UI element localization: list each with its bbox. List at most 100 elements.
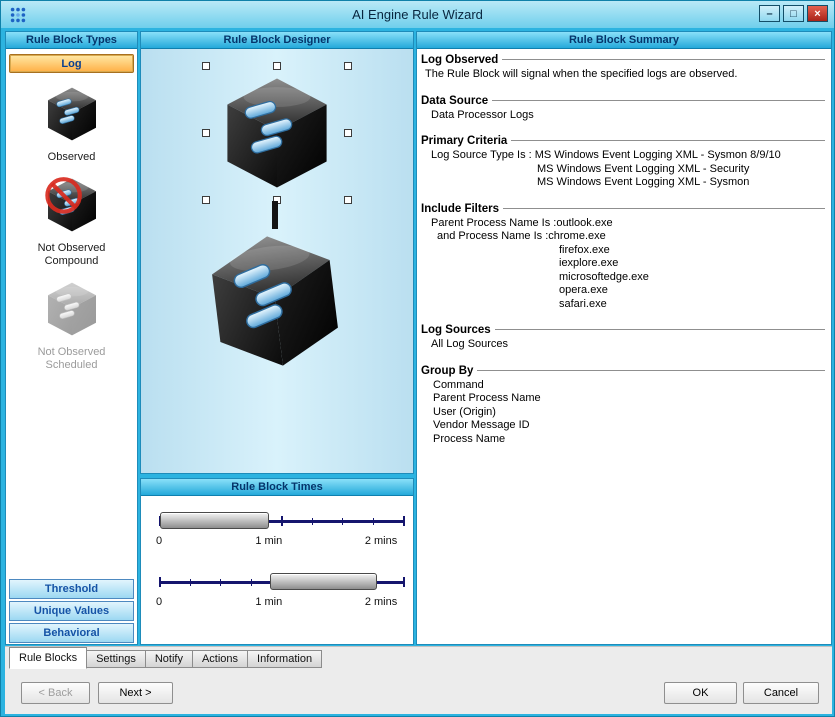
summary-section-title: Data Source <box>421 95 488 107</box>
summary-line: microsoftedge.exe <box>421 271 825 285</box>
selection-handle-ml[interactable] <box>202 129 210 137</box>
slider-thumb[interactable] <box>160 512 269 529</box>
tab-strip: Rule BlocksSettingsNotifyActionsInformat… <box>9 647 321 669</box>
summary-line: Log Source Type Is : MS Windows Event Lo… <box>421 149 825 163</box>
cube-block-icon <box>191 218 360 383</box>
slider-label: 2 mins <box>365 596 397 608</box>
selection-handle-bl[interactable] <box>202 196 210 204</box>
summary-section-title: Primary Criteria <box>421 135 507 147</box>
selection-handle-tl[interactable] <box>202 62 210 70</box>
section-divider-line <box>502 59 825 61</box>
section-divider-line <box>477 370 825 372</box>
selection-handle-br[interactable] <box>344 196 352 204</box>
rule-block-type-label: Observed <box>16 151 128 164</box>
summary-line: Parent Process Name Is :outlook.exe <box>421 217 825 231</box>
designer-canvas[interactable] <box>141 49 413 473</box>
rule-block-type-not-observed-scheduled[interactable]: Not Observed Scheduled <box>16 279 128 372</box>
slider-tick <box>342 518 343 525</box>
slider-labels: 0 1 min 2 mins <box>159 596 403 612</box>
cube-scheduled-icon <box>41 279 103 339</box>
slider-label: 1 min <box>255 596 282 608</box>
section-divider-line <box>511 140 825 142</box>
summary-section-title: Log Sources <box>421 324 491 336</box>
selection-handle-mr[interactable] <box>344 129 352 137</box>
slider-track[interactable] <box>159 571 403 593</box>
summary-line: Command <box>421 379 825 393</box>
category-buttons: ThresholdUnique ValuesBehavioral <box>9 579 134 643</box>
summary-line: User (Origin) <box>421 406 825 420</box>
section-divider-line <box>492 100 825 102</box>
rule-block-type-label: Not Observed Scheduled <box>16 346 128 372</box>
rule-block-type-not-observed-compound[interactable]: Not Observed Compound <box>16 175 128 268</box>
slider-tick <box>312 518 313 525</box>
tab-rule-blocks[interactable]: Rule Blocks <box>9 647 87 669</box>
summary-line: iexplore.exe <box>421 257 825 271</box>
title-bar: AI Engine Rule Wizard – □ × <box>1 1 834 28</box>
tab-settings[interactable]: Settings <box>86 650 146 668</box>
slider-tick <box>281 516 283 526</box>
rule-block-node-2[interactable] <box>199 227 351 375</box>
rule-block-types-header: Rule Block Types <box>6 32 137 49</box>
cancel-button[interactable]: Cancel <box>743 682 819 704</box>
summary-section-title: Log Observed <box>421 54 498 66</box>
minimize-button[interactable]: – <box>759 5 780 22</box>
rule-block-summary-header: Rule Block Summary <box>417 32 831 49</box>
summary-line: The Rule Block will signal when the spec… <box>421 68 825 82</box>
summary-line: MS Windows Event Logging XML - Security <box>421 163 825 177</box>
slider-tick <box>403 516 405 526</box>
rule-block-designer-header: Rule Block Designer <box>141 32 413 49</box>
cube-not-observed-icon <box>41 175 103 235</box>
slider-tick <box>373 518 374 525</box>
selection-handle-tm[interactable] <box>273 62 281 70</box>
summary-line: safari.exe <box>421 298 825 312</box>
close-button[interactable]: × <box>807 5 828 22</box>
slider-tick <box>220 579 221 586</box>
summary-line: Data Processor Logs <box>421 109 825 123</box>
log-category-button[interactable]: Log <box>9 54 134 73</box>
slider-thumb[interactable] <box>270 573 377 590</box>
slider-label: 0 <box>156 535 162 547</box>
tab-notify[interactable]: Notify <box>145 650 193 668</box>
block-connector <box>272 201 278 229</box>
summary-line: and Process Name Is :chrome.exe <box>421 230 825 244</box>
slider-tick <box>403 577 405 587</box>
cube-block-icon <box>215 71 339 195</box>
section-divider-line <box>503 208 825 210</box>
slider-track[interactable] <box>159 510 403 532</box>
ok-button[interactable]: OK <box>664 682 737 704</box>
tab-information[interactable]: Information <box>247 650 322 668</box>
summary-section-primary-criteria: Primary Criteria Log Source Type Is : MS … <box>421 135 825 190</box>
section-divider-line <box>495 329 825 331</box>
slider-label: 1 min <box>255 535 282 547</box>
category-button-unique-values[interactable]: Unique Values <box>9 601 134 621</box>
slider-label: 0 <box>156 596 162 608</box>
rule-block-types-panel: Rule Block Types Log Observed Not Observe… <box>5 31 138 645</box>
slider-tick <box>190 579 191 586</box>
summary-section-title: Group By <box>421 365 473 377</box>
tab-actions[interactable]: Actions <box>192 650 248 668</box>
back-button[interactable]: < Back <box>21 682 90 704</box>
category-button-threshold[interactable]: Threshold <box>9 579 134 599</box>
window-title: AI Engine Rule Wizard <box>1 7 834 22</box>
slider-tick <box>159 577 161 587</box>
maximize-button[interactable]: □ <box>783 5 804 22</box>
rule-block-type-label: Not Observed Compound <box>16 242 128 268</box>
rule-block-times-header: Rule Block Times <box>141 479 413 496</box>
rule-block-type-observed[interactable]: Observed <box>16 84 128 164</box>
time-slider-2: 0 1 min 2 mins <box>159 571 403 612</box>
summary-section-title: Include Filters <box>421 203 499 215</box>
selection-handle-tr[interactable] <box>344 62 352 70</box>
summary-section-group-by: Group ByCommandParent Process NameUser (… <box>421 365 825 447</box>
summary-section-log-observed: Log Observed The Rule Block will signal w… <box>421 54 825 82</box>
ai-engine-rule-wizard-window: AI Engine Rule Wizard – □ × Rule Block T… <box>0 0 835 717</box>
rule-block-types-body: Log Observed Not Observed Compound Not Obs… <box>6 49 137 644</box>
summary-body: Log Observed The Rule Block will signal w… <box>417 49 831 644</box>
rule-block-node-1[interactable] <box>205 65 349 201</box>
rule-block-times-body: 01 min2 mins01 min2 mins <box>141 496 413 644</box>
window-controls: – □ × <box>759 5 828 22</box>
summary-section-data-source: Data Source Data Processor Logs <box>421 95 825 123</box>
time-slider-1: 01 min2 mins <box>159 510 403 551</box>
next-button[interactable]: Next > <box>98 682 173 704</box>
category-button-behavioral[interactable]: Behavioral <box>9 623 134 643</box>
summary-line: opera.exe <box>421 284 825 298</box>
